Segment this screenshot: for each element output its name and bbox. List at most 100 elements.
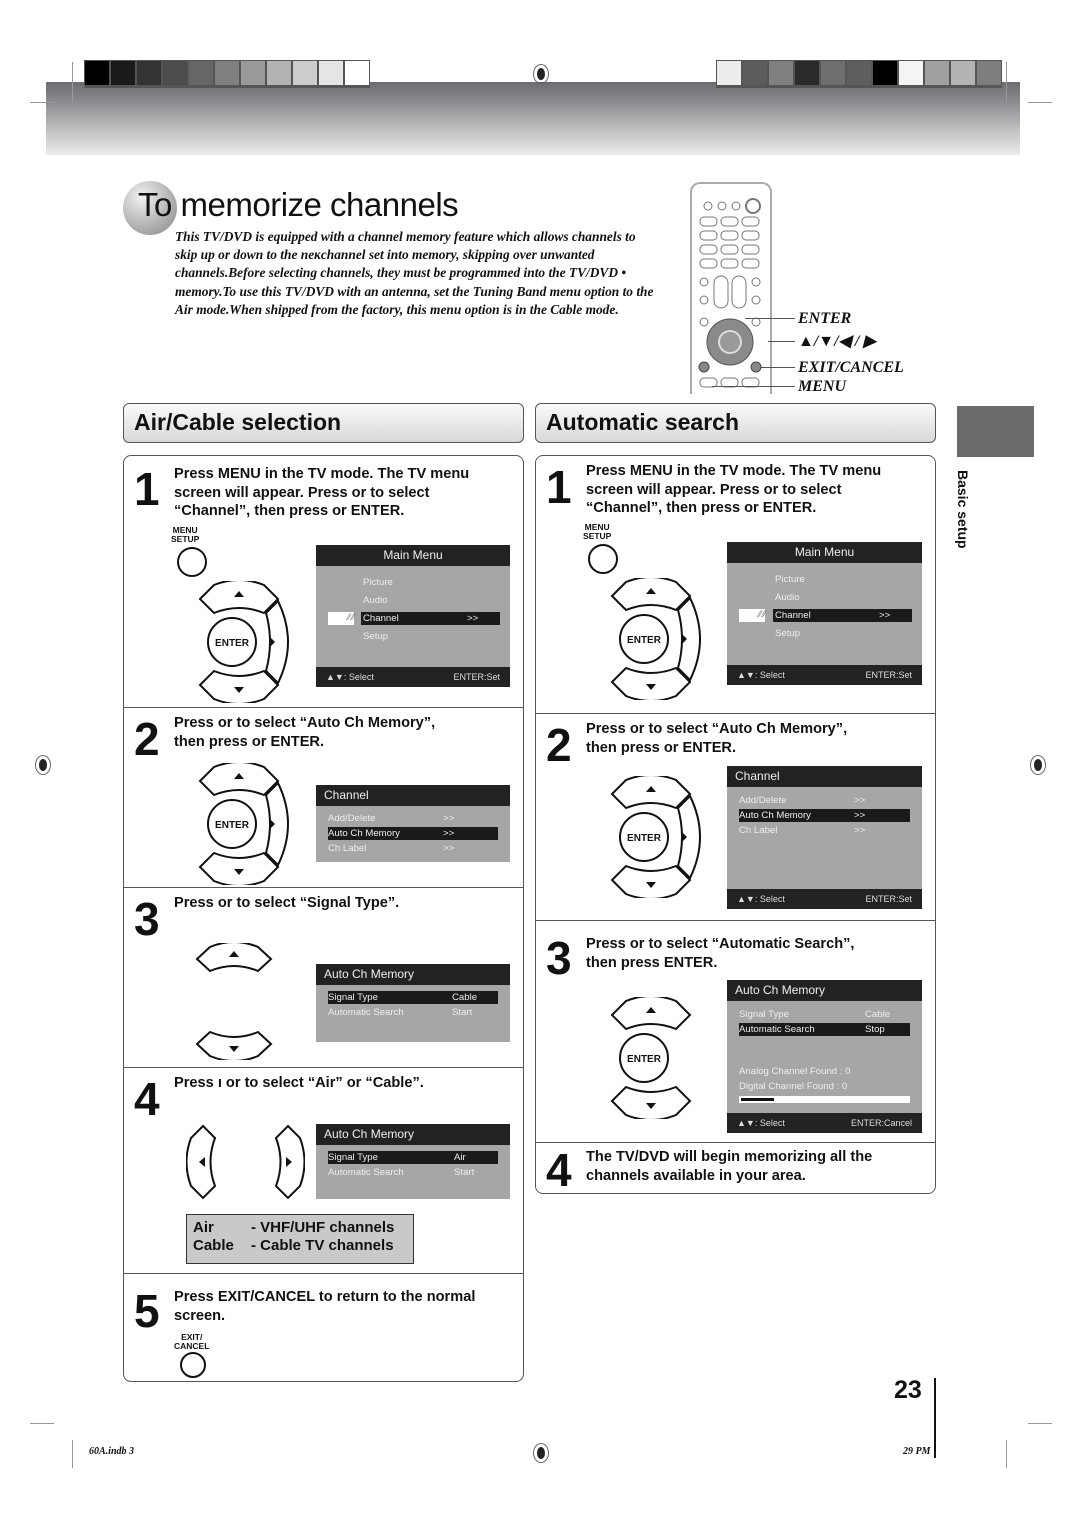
instruction-line: Press or to select “Automatic Search”, bbox=[586, 936, 855, 952]
right-arrow-button-icon[interactable] bbox=[271, 1123, 305, 1201]
osd-item-label: Signal Type bbox=[328, 992, 378, 1003]
crop-mark bbox=[1006, 62, 1007, 102]
osd-title: Auto Ch Memory bbox=[316, 964, 510, 985]
footer-slug-left: 60A.indb 3 bbox=[89, 1446, 135, 1457]
legend-row: Cable - Cable TV channels bbox=[193, 1237, 407, 1255]
step-instruction: Press or to select “Auto Ch Memory”, the… bbox=[174, 714, 435, 751]
osd-channel-menu: Channel Add/Delete >> Auto Ch Memory >> Ch… bbox=[316, 785, 510, 862]
osd-item-value: >> bbox=[443, 828, 455, 839]
osd-foot-right: ENTER:Set bbox=[865, 894, 912, 904]
search-progress-bar bbox=[739, 1096, 910, 1103]
page-title: To memorize channels bbox=[138, 186, 459, 224]
registration-mark-icon bbox=[533, 1443, 549, 1463]
title-prefix: To bbox=[138, 186, 172, 223]
osd-item: Audio bbox=[775, 592, 800, 603]
page-number-rule bbox=[934, 1378, 936, 1458]
color-swatch bbox=[293, 61, 317, 85]
osd-foot-right: ENTER:Set bbox=[865, 670, 912, 680]
title-rest: memorize channels bbox=[171, 186, 459, 223]
label-line: SETUP bbox=[171, 534, 200, 544]
osd-item-value: Start bbox=[454, 1167, 475, 1178]
color-swatch bbox=[769, 61, 793, 85]
side-tab-label: Basic setup bbox=[955, 470, 971, 549]
crop-mark bbox=[1028, 102, 1052, 103]
remote-buttons-icon bbox=[698, 198, 762, 388]
osd-title: Channel bbox=[727, 766, 922, 787]
osd-item-value: Stop bbox=[865, 1024, 885, 1035]
osd-foot-left: ▲▼: Select bbox=[737, 894, 785, 904]
callout-line bbox=[745, 318, 795, 319]
instruction-line: then press ENTER. bbox=[586, 954, 718, 971]
instruction-line: The TV/DVD will begin memorizing all the bbox=[586, 1149, 873, 1165]
instruction-line: screen will appear. Press or to select bbox=[586, 481, 842, 498]
exit-cancel-button-icon[interactable] bbox=[180, 1352, 206, 1378]
osd-item-label: Automatic Search bbox=[328, 1007, 404, 1018]
osd-title: Auto Ch Memory bbox=[316, 1124, 510, 1145]
header-gradient-band bbox=[46, 82, 1020, 155]
osd-item-label: Ch Label bbox=[328, 843, 367, 854]
osd-item-value: >> bbox=[854, 795, 866, 806]
color-swatch bbox=[821, 61, 845, 85]
osd-item-label: Ch Label bbox=[739, 825, 778, 836]
osd-item-label: Auto Ch Memory bbox=[739, 810, 811, 821]
osd-item-label: Auto Ch Memory bbox=[328, 828, 400, 839]
registration-mark-icon bbox=[1030, 755, 1046, 775]
intro-paragraph: This TV/DVD is equipped with a channel m… bbox=[175, 229, 654, 317]
osd-item-value: Air bbox=[454, 1152, 466, 1163]
menu-button-icon[interactable] bbox=[588, 544, 618, 574]
dpad-full-icon: ENTER bbox=[610, 776, 701, 898]
color-swatch bbox=[189, 61, 213, 85]
color-swatch bbox=[85, 61, 109, 85]
osd-item-selected: Auto Ch Memory >> bbox=[328, 827, 498, 840]
crop-mark bbox=[30, 102, 54, 103]
instruction-line: screen. bbox=[174, 1307, 226, 1324]
callout-enter: ENTER bbox=[798, 310, 852, 327]
osd-title: Main Menu bbox=[316, 545, 510, 566]
step-instruction: The TV/DVD will begin memorizing all the… bbox=[586, 1148, 872, 1185]
color-swatch bbox=[743, 61, 767, 85]
osd-item: Setup bbox=[363, 631, 389, 642]
up-arrow-button-icon[interactable] bbox=[194, 943, 274, 975]
left-arrow-button-icon[interactable] bbox=[186, 1123, 220, 1201]
instruction-line: Press ı or to select “Air” or “Cable”. bbox=[174, 1075, 424, 1091]
osd-footer: ▲▼: Select ENTER:Cancel bbox=[727, 1113, 922, 1133]
instruction-line: screen will appear. Press or to select bbox=[174, 484, 430, 501]
osd-foot-left: ▲▼: Select bbox=[737, 1118, 785, 1128]
osd-item-selected: Channel >> bbox=[773, 609, 912, 622]
remote-illustration bbox=[690, 182, 772, 394]
osd-item-selected: Signal Type Air bbox=[328, 1151, 498, 1164]
callout-arrows: ▲/▼/◀ / ▶ bbox=[798, 333, 876, 350]
osd-foot-left: ▲▼: Select bbox=[737, 670, 785, 680]
step-number: 1 bbox=[134, 463, 160, 515]
step-instruction: Press or to select “Auto Ch Memory”, the… bbox=[586, 720, 847, 757]
osd-channel-menu: Channel Add/Delete >> Auto Ch Memory >> Ch… bbox=[727, 766, 922, 909]
osd-foot-right: ENTER:Cancel bbox=[850, 1118, 912, 1128]
osd-item: Picture bbox=[363, 577, 393, 588]
osd-auto-ch-memory-search: Auto Ch Memory Signal Type Cable Automati… bbox=[727, 980, 922, 1133]
osd-item-selected: Automatic Search Stop bbox=[739, 1023, 910, 1036]
osd-item-label: Channel bbox=[775, 610, 811, 621]
step-2: 2 Press or to select “Auto Ch Memory”, t… bbox=[536, 714, 935, 921]
registration-mark-icon bbox=[35, 755, 51, 775]
color-swatch bbox=[163, 61, 187, 85]
label-line: CANCEL bbox=[174, 1341, 210, 1351]
step-3: 3 Press or to select “Automatic Search”,… bbox=[536, 921, 935, 1143]
crop-mark bbox=[1028, 1423, 1052, 1424]
instruction-line: then press or ENTER. bbox=[174, 733, 325, 750]
osd-item-value: >> bbox=[854, 825, 866, 836]
callout-line bbox=[768, 341, 795, 342]
step-instruction: Press or to select “Signal Type”. bbox=[174, 894, 399, 913]
osd-item: Picture bbox=[775, 574, 805, 585]
down-arrow-button-icon[interactable] bbox=[194, 1028, 274, 1060]
color-swatch bbox=[345, 61, 369, 85]
label-line: SETUP bbox=[583, 531, 612, 541]
color-swatch bbox=[795, 61, 819, 85]
instruction-line: “Channel”, then press or ENTER. bbox=[586, 500, 817, 516]
osd-item: Automatic Search Start bbox=[328, 1006, 498, 1019]
menu-button-icon[interactable] bbox=[177, 547, 207, 577]
section-header-auto-search: Automatic search bbox=[535, 403, 936, 443]
antenna-icon: ⫽⫽ bbox=[328, 612, 354, 625]
step-4: 4 The TV/DVD will begin memorizing all t… bbox=[536, 1143, 935, 1193]
osd-item-label: Add/Delete bbox=[739, 795, 787, 806]
osd-footer: ▲▼: Select ENTER:Set bbox=[727, 889, 922, 909]
